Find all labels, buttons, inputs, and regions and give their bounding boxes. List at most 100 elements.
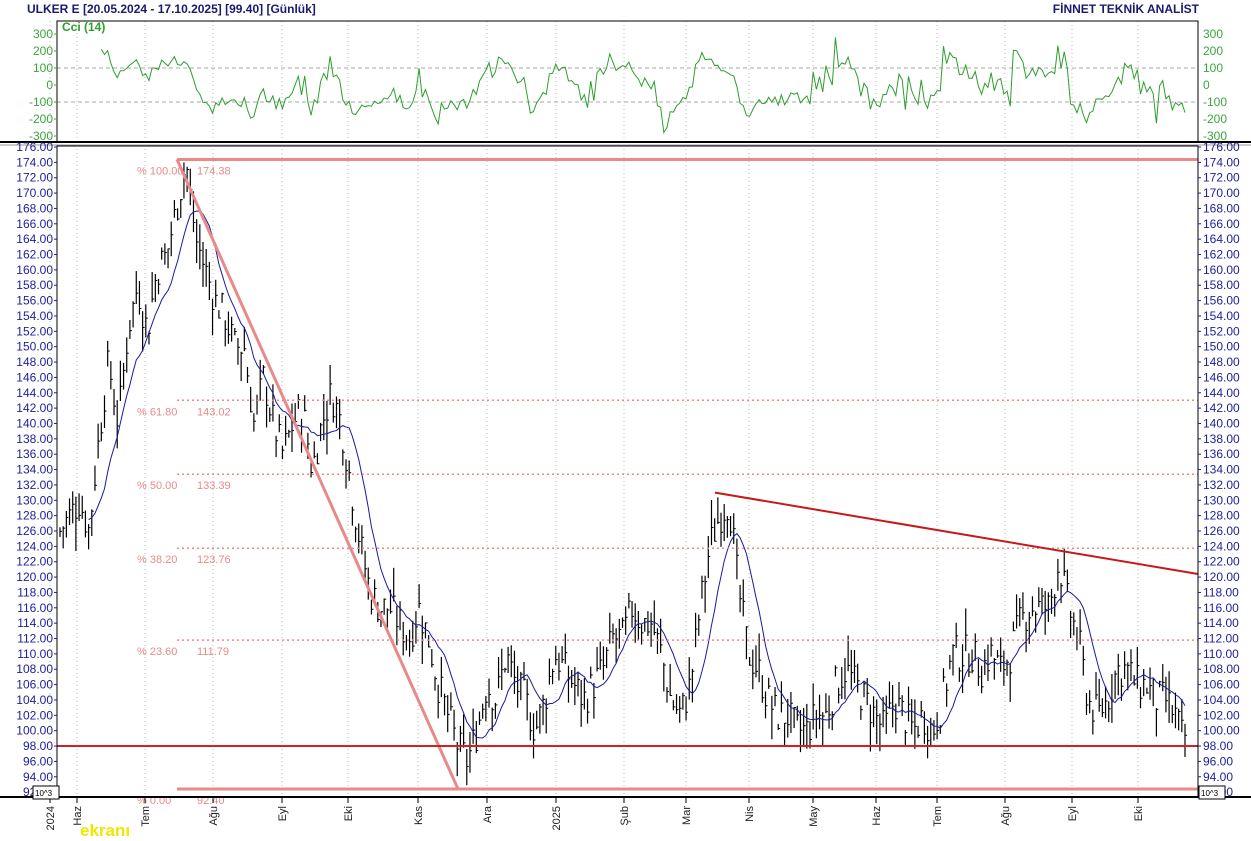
ohlc-bar — [568, 666, 570, 703]
y-tick-label-left: 94.00 — [23, 770, 53, 784]
ohlc-bar — [664, 663, 666, 692]
ohlc-bar — [1086, 693, 1088, 715]
ohlc-bar — [209, 262, 211, 300]
ohlc-bar — [597, 647, 599, 671]
ohlc-bar — [1020, 598, 1022, 626]
ohlc-bar — [928, 726, 930, 758]
y-tick-label-right: 104.00 — [1203, 693, 1240, 707]
y-tick-label-right: 116.00 — [1203, 601, 1239, 615]
ohlc-bar — [146, 304, 148, 337]
ohlc-bar — [413, 621, 415, 652]
ohlc-bar — [998, 650, 1000, 658]
x-tick-label: Ağu — [208, 806, 220, 826]
x-tick-label: Ağu — [1000, 806, 1012, 826]
y-tick-label-left: 142.00 — [16, 401, 53, 415]
ohlc-bar — [181, 199, 183, 218]
ohlc-bar — [1017, 594, 1019, 628]
ohlc-bar — [228, 312, 230, 344]
y-tick-label-left: 116.00 — [17, 601, 53, 615]
ohlc-bar — [934, 720, 936, 740]
ohlc-bar — [1141, 687, 1143, 708]
ohlc-bar — [171, 221, 173, 256]
ohlc-bar — [699, 615, 701, 636]
ohlc-bar — [591, 667, 593, 679]
ohlc-bar — [495, 703, 497, 719]
ohlc-bar — [451, 692, 453, 710]
ohlc-bar — [686, 696, 688, 720]
ohlc-bar — [349, 460, 351, 480]
ohlc-bar — [816, 710, 818, 738]
ohlc-bar — [584, 678, 586, 710]
ohlc-bar — [232, 317, 234, 342]
ohlc-bar — [864, 681, 866, 697]
ohlc-bar — [534, 713, 536, 758]
ohlc-bar — [1026, 622, 1028, 653]
ohlc-bar — [1169, 671, 1171, 723]
ohlc-bar — [562, 646, 564, 663]
ohlc-bar — [356, 527, 358, 543]
fib-percent-label: % 50.00 — [137, 480, 177, 492]
ohlc-bar — [1179, 709, 1181, 731]
chart-canvas[interactable]: % 100.00174.38% 61.80143.02% 50.00133.39… — [0, 0, 1251, 841]
ohlc-bar — [321, 423, 323, 441]
ohlc-bar — [731, 516, 733, 536]
ohlc-bar — [1080, 609, 1082, 644]
ohlc-bar — [867, 678, 869, 705]
ohlc-bar — [165, 243, 167, 264]
ohlc-bar — [1172, 705, 1174, 723]
ohlc-bar — [1029, 612, 1031, 644]
ohlc-bar — [400, 601, 402, 630]
ohlc-bar — [740, 585, 742, 612]
ohlc-bar — [905, 730, 907, 745]
ohlc-bar — [638, 611, 640, 640]
ohlc-bar — [152, 272, 154, 302]
ohlc-bar — [289, 430, 291, 438]
ohlc-bar — [845, 658, 847, 699]
ohlc-bar — [438, 685, 440, 719]
ohlc-bar — [85, 511, 87, 538]
ohlc-bar — [1185, 724, 1187, 757]
cci-tick-right: 0 — [1203, 78, 1210, 92]
y-tick-label-left: 174.00 — [16, 155, 53, 169]
ohlc-bar — [642, 624, 644, 644]
y-tick-label-right: 134.00 — [1203, 463, 1240, 477]
ohlc-bar — [756, 645, 758, 677]
ohlc-bar — [467, 749, 469, 785]
ohlc-bar — [1093, 710, 1095, 735]
ohlc-bar — [168, 249, 170, 269]
y-tick-label-left: 156.00 — [16, 294, 53, 308]
cci-tick-left: 100 — [33, 61, 53, 75]
ohlc-bar — [540, 704, 542, 734]
y-tick-label-left: 144.00 — [16, 386, 53, 400]
y-tick-label-right: 96.00 — [1203, 754, 1233, 768]
ohlc-bar — [661, 619, 663, 653]
ohlc-bar — [975, 633, 977, 660]
ohlc-bar — [406, 635, 408, 650]
ohlc-bar — [502, 649, 504, 690]
ohlc-bar — [1131, 649, 1133, 681]
ohlc-bar — [305, 395, 307, 411]
ohlc-bar — [1090, 690, 1092, 713]
ohlc-bar — [689, 657, 691, 699]
ohlc-bar — [238, 338, 240, 365]
ohlc-bar — [89, 524, 91, 549]
ohlc-bar — [982, 666, 984, 693]
ohlc-bar — [657, 628, 659, 654]
cci-panel — [101, 37, 1185, 132]
y-tick-label-right: 98.00 — [1203, 739, 1233, 753]
ohlc-bar — [629, 593, 631, 608]
ohlc-bar — [124, 363, 126, 390]
ohlc-bar — [1112, 674, 1114, 723]
x-tick-label: Eyl — [1067, 806, 1079, 821]
ohlc-bar — [778, 724, 780, 730]
ohlc-bar — [1052, 589, 1054, 614]
y-tick-label-left: 138.00 — [16, 432, 53, 446]
ohlc-bar — [1010, 663, 1012, 702]
y-tick-label-left: 108.00 — [16, 662, 53, 676]
ohlc-bar — [340, 399, 342, 439]
ohlc-bar — [610, 613, 612, 644]
ohlc-bar — [206, 249, 208, 287]
ohlc-bar — [200, 224, 202, 269]
ohlc-bar — [909, 687, 911, 722]
y-tick-label-right: 126.00 — [1203, 524, 1240, 538]
